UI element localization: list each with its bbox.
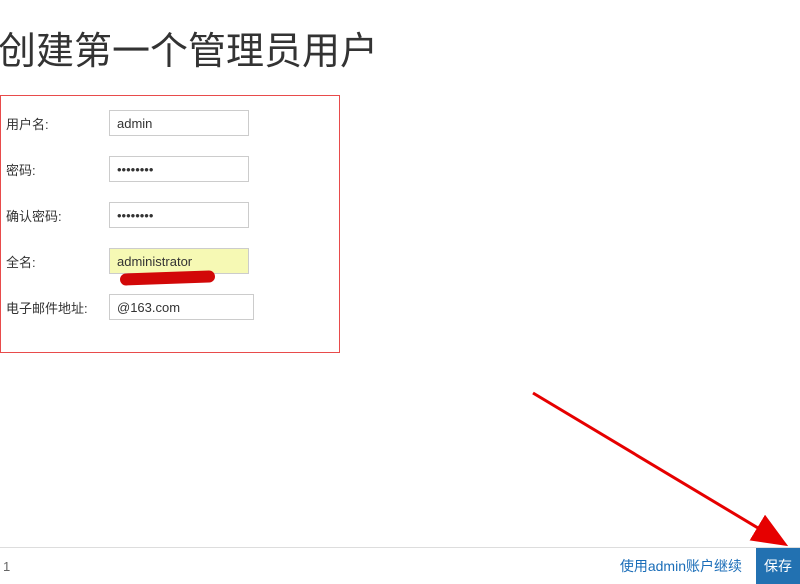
confirm-password-label: 确认密码: (4, 206, 109, 225)
password-row: 密码: (1, 146, 339, 192)
fullname-input[interactable] (109, 248, 249, 274)
admin-user-form: 用户名: 密码: 确认密码: 全名: 电子邮件地址: (0, 95, 340, 353)
email-input[interactable] (109, 294, 254, 320)
annotation-arrow-icon (528, 388, 800, 568)
continue-as-admin-link[interactable]: 使用admin账户继续 (606, 548, 756, 584)
email-row: 电子邮件地址: (1, 284, 339, 330)
page-title: 创建第一个管理员用户 (0, 0, 800, 95)
footer-bar: 1 使用admin账户继续 保存 (0, 548, 800, 584)
username-row: 用户名: (1, 100, 339, 146)
username-label: 用户名: (4, 114, 109, 133)
email-label: 电子邮件地址: (4, 298, 109, 317)
save-button[interactable]: 保存 (756, 548, 800, 584)
fullname-label: 全名: (4, 252, 109, 271)
confirm-password-row: 确认密码: (1, 192, 339, 238)
page-number: 1 (3, 559, 10, 574)
confirm-password-input[interactable] (109, 202, 249, 228)
password-input[interactable] (109, 156, 249, 182)
footer-actions: 使用admin账户继续 保存 (606, 548, 800, 584)
password-label: 密码: (4, 160, 109, 179)
username-input[interactable] (109, 110, 249, 136)
